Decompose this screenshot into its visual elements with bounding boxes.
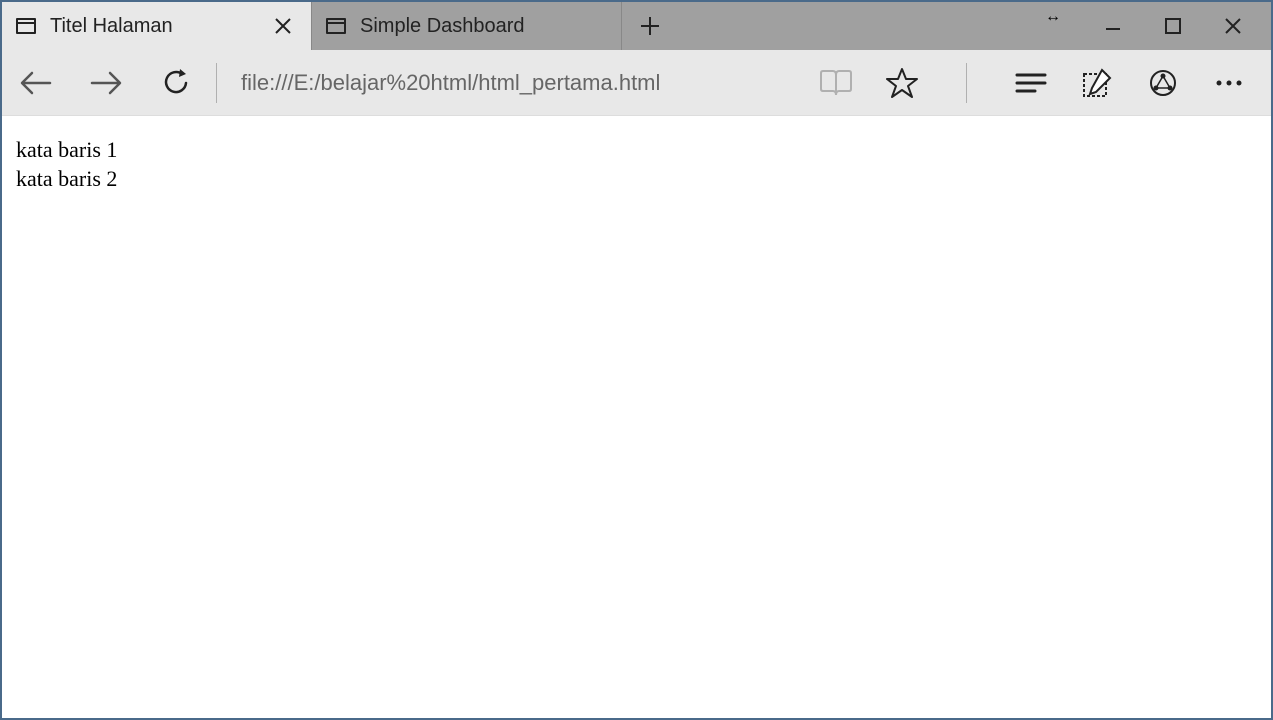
maximize-button[interactable] (1159, 12, 1187, 40)
minimize-button[interactable] (1099, 12, 1127, 40)
text-line: kata baris 1 (16, 136, 1257, 165)
toolbar (2, 50, 1271, 116)
forward-button[interactable] (84, 61, 128, 105)
divider (966, 63, 967, 103)
tab-title: Simple Dashboard (360, 15, 607, 38)
share-icon[interactable] (1143, 63, 1183, 103)
refresh-button[interactable] (154, 61, 198, 105)
reading-view-icon[interactable] (816, 63, 856, 103)
back-button[interactable] (14, 61, 58, 105)
notes-icon[interactable] (1077, 63, 1117, 103)
divider (216, 63, 217, 103)
tab-title: Titel Halaman (50, 15, 261, 38)
page-icon (16, 18, 36, 34)
nav-group (14, 61, 198, 105)
window-controls (1099, 2, 1271, 50)
page-content: kata baris 1 kata baris 2 (2, 116, 1271, 718)
page-icon (326, 18, 346, 34)
more-icon[interactable] (1209, 63, 1249, 103)
browser-window: Titel Halaman Simple Dashboard ↔ (0, 0, 1273, 720)
address-bar[interactable] (235, 70, 816, 96)
favorites-icon[interactable] (882, 63, 922, 103)
tab-active[interactable]: Titel Halaman (2, 2, 312, 50)
tab-strip: Titel Halaman Simple Dashboard ↔ (2, 2, 1271, 50)
text-line: kata baris 2 (16, 165, 1257, 194)
close-tab-icon[interactable] (269, 12, 297, 40)
close-window-button[interactable] (1219, 12, 1247, 40)
tab-inactive[interactable]: Simple Dashboard (312, 2, 622, 50)
resize-icon: ↔ (1045, 8, 1061, 26)
hub-icon[interactable] (1011, 63, 1051, 103)
new-tab-button[interactable] (622, 2, 678, 50)
toolbar-right (816, 63, 1259, 103)
